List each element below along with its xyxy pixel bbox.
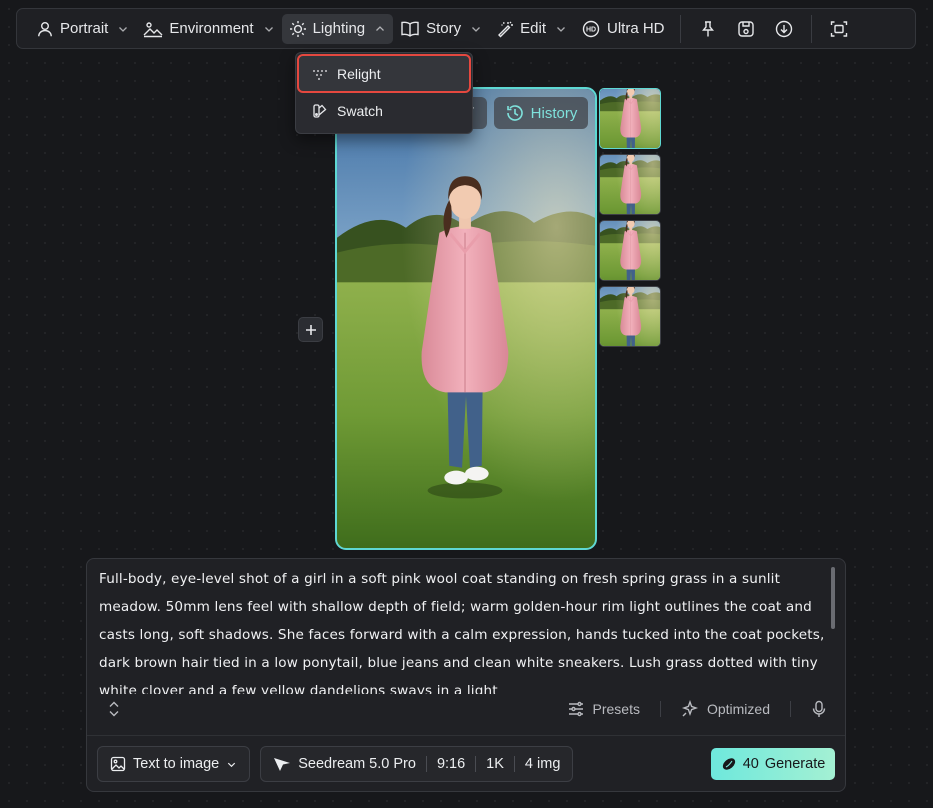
divider — [513, 756, 515, 772]
story-label: Story — [426, 20, 462, 37]
generate-label: Generate — [764, 756, 826, 772]
prompt-panel: Full-body, eye-level shot of a girl in a… — [86, 558, 846, 792]
thumbnail[interactable] — [599, 154, 661, 215]
book-icon — [400, 20, 420, 38]
generate-button[interactable]: 40 Generate — [711, 748, 835, 780]
selected-image[interactable]: History — [335, 87, 597, 550]
presets-button[interactable]: Presets — [567, 700, 640, 718]
pin-icon — [700, 20, 716, 38]
optimized-label: Optimized — [706, 701, 770, 717]
thumbnail[interactable] — [599, 88, 661, 149]
environment-menu[interactable]: Environment — [136, 14, 281, 44]
model-logo-icon — [273, 756, 291, 772]
sliders-icon — [567, 700, 585, 718]
magic-wand-icon — [496, 20, 514, 38]
chevron-down-icon — [470, 23, 482, 35]
fullscreen-button[interactable] — [822, 14, 856, 44]
person-icon — [36, 20, 54, 38]
aspect-ratio: 9:16 — [436, 756, 466, 772]
ultra-hd-button[interactable]: HD Ultra HD — [574, 14, 672, 44]
lighting-label: Lighting — [312, 20, 366, 37]
relight-icon — [312, 67, 328, 81]
edit-menu[interactable]: Edit — [489, 14, 574, 44]
relight-label: Relight — [337, 65, 381, 82]
prompt-divider — [87, 735, 845, 736]
voice-input-button[interactable] — [811, 700, 827, 718]
chevron-up-icon — [374, 23, 386, 35]
resolution: 1K — [486, 756, 504, 772]
chevron-down-icon — [226, 759, 237, 770]
mode-label: Text to image — [133, 756, 220, 772]
divider — [475, 756, 477, 772]
prompt-scrollbar[interactable] — [831, 567, 835, 629]
top-toolbar: Portrait Environment Lighting Story Edit… — [16, 8, 916, 49]
toolbar-divider — [679, 14, 681, 43]
toolbar-divider — [810, 14, 812, 43]
prompt-tools: Presets Optimized — [567, 695, 828, 723]
lighting-menu[interactable]: Lighting — [281, 13, 394, 44]
save-button[interactable] — [729, 14, 763, 44]
history-button[interactable]: History — [494, 97, 588, 129]
chevron-down-icon — [117, 23, 129, 35]
divider — [790, 701, 791, 717]
microphone-icon — [811, 700, 827, 718]
optimized-button[interactable]: Optimized — [681, 700, 770, 718]
edit-label: Edit — [520, 20, 546, 37]
credits-count: 40 — [742, 756, 759, 772]
divider — [659, 701, 661, 717]
add-button[interactable] — [298, 317, 323, 342]
story-menu[interactable]: Story — [393, 14, 489, 44]
thumbnail[interactable] — [599, 286, 661, 347]
save-icon — [737, 20, 755, 38]
swatch-icon — [312, 103, 328, 119]
fullscreen-icon — [830, 20, 848, 38]
chevron-down-icon — [263, 23, 275, 35]
chevron-down-icon — [555, 23, 567, 35]
landscape-icon — [143, 20, 163, 38]
presets-label: Presets — [592, 701, 640, 717]
svg-text:HD: HD — [586, 26, 596, 33]
prompt-actions: Presets Optimized — [87, 695, 845, 723]
portrait-image — [337, 89, 595, 548]
image-icon — [110, 756, 126, 772]
expand-icon[interactable] — [107, 700, 121, 718]
model-settings[interactable]: Seedream 5.0 Pro 9:16 1K 4 img — [260, 746, 574, 782]
environment-label: Environment — [169, 20, 254, 37]
history-label: History — [530, 104, 578, 122]
hd-icon: HD — [581, 20, 601, 38]
image-count: 4 img — [524, 756, 561, 772]
sun-icon — [289, 20, 307, 38]
download-icon — [775, 20, 793, 38]
divider — [425, 756, 427, 772]
plus-icon — [305, 324, 317, 336]
menu-item-swatch[interactable]: Swatch — [298, 92, 470, 129]
download-button[interactable] — [767, 14, 801, 44]
swatch-label: Swatch — [337, 102, 383, 119]
pin-button[interactable] — [691, 14, 725, 44]
history-icon — [505, 103, 525, 123]
thumbnail[interactable] — [599, 220, 661, 281]
prompt-textarea[interactable]: Full-body, eye-level shot of a girl in a… — [99, 565, 825, 694]
menu-item-relight[interactable]: Relight — [297, 54, 471, 93]
ultra-hd-label: Ultra HD — [607, 20, 665, 37]
mode-select[interactable]: Text to image — [97, 746, 251, 782]
portrait-label: Portrait — [60, 20, 109, 37]
model-label: Seedream 5.0 Pro — [298, 756, 416, 772]
credits-bean-icon — [721, 756, 737, 772]
portrait-menu[interactable]: Portrait — [29, 14, 136, 44]
sparkle-icon — [681, 700, 699, 718]
generation-settings: Text to image Seedream 5.0 Pro 9:16 1K 4… — [97, 746, 835, 782]
lighting-dropdown: Relight Swatch — [295, 52, 473, 134]
thumbnail-strip — [599, 88, 661, 352]
